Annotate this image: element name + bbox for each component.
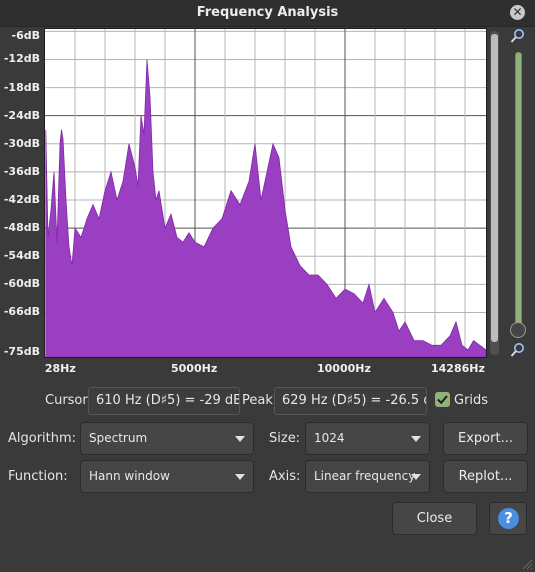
y-tick-label: -24dB	[3, 108, 40, 122]
replot-button[interactable]: Replot...	[443, 460, 528, 493]
chevron-down-icon	[411, 474, 421, 480]
y-axis-labels: -6dB -12dB -18dB -24dB -30dB -36dB -42dB -48dB -…	[0, 28, 44, 358]
x-tick-label: 5000Hz	[171, 362, 218, 375]
spectrum-chart-svg	[45, 29, 487, 358]
close-button[interactable]: Close	[392, 502, 477, 535]
y-tick-label: -30dB	[3, 136, 40, 150]
y-tick-label: -54dB	[3, 249, 40, 263]
zoom-slider-track[interactable]	[515, 52, 522, 332]
peak-label: Peak:	[242, 393, 278, 408]
plot-scrollbar-thumb[interactable]	[491, 34, 498, 342]
algorithm-label: Algorithm:	[8, 431, 77, 446]
zoom-slider-handle[interactable]	[510, 322, 526, 338]
title-bar: Frequency Analysis ✕	[0, 0, 535, 27]
window-title: Frequency Analysis	[196, 5, 339, 20]
size-value: 1024	[314, 431, 345, 445]
y-tick-label: -12dB	[3, 52, 40, 66]
x-axis-labels: 28Hz 5000Hz 10000Hz 14286Hz	[44, 362, 487, 376]
y-tick-label: -75dB	[3, 345, 40, 358]
algorithm-select[interactable]: Spectrum	[80, 422, 254, 455]
window-close-icon[interactable]: ✕	[510, 5, 525, 20]
y-tick-label: -48dB	[3, 221, 40, 235]
cursor-value-field: 610 Hz (D♯5) = -29 dB	[88, 387, 240, 415]
grids-checkbox[interactable]	[435, 392, 450, 407]
zoom-out-icon[interactable]	[510, 342, 526, 358]
checkmark-icon	[437, 395, 448, 405]
axis-value: Linear frequency	[314, 469, 416, 483]
y-tick-label: -42dB	[3, 193, 40, 207]
resize-grip-icon[interactable]	[521, 558, 533, 570]
chevron-down-icon	[411, 436, 421, 442]
help-button[interactable]: ?	[489, 502, 527, 535]
x-tick-label: 10000Hz	[317, 362, 371, 375]
function-label: Function:	[8, 469, 68, 484]
chevron-down-icon	[235, 436, 245, 442]
size-label: Size:	[269, 431, 301, 446]
x-tick-label: 28Hz	[44, 362, 76, 375]
x-tick-label: 14286Hz	[431, 362, 485, 375]
y-tick-label: -66dB	[3, 305, 40, 319]
chevron-down-icon	[235, 474, 245, 480]
help-icon: ?	[498, 508, 519, 529]
function-select[interactable]: Hann window	[80, 460, 254, 493]
y-tick-label: -36dB	[3, 164, 40, 178]
y-tick-label: -60dB	[3, 277, 40, 291]
axis-select[interactable]: Linear frequency	[305, 460, 430, 493]
size-select[interactable]: 1024	[305, 422, 430, 455]
function-value: Hann window	[89, 469, 170, 483]
spectrum-plot[interactable]	[44, 28, 487, 358]
algorithm-value: Spectrum	[89, 431, 148, 445]
grids-label: Grids	[454, 393, 489, 408]
zoom-in-icon[interactable]	[510, 28, 526, 44]
y-tick-label: -6dB	[11, 29, 40, 42]
peak-value-field: 629 Hz (D♯5) = -26.5 dB	[274, 387, 427, 415]
export-button[interactable]: Export...	[443, 422, 528, 455]
y-tick-label: -18dB	[3, 80, 40, 94]
axis-label: Axis:	[269, 469, 301, 484]
cursor-label: Cursor:	[45, 393, 92, 408]
